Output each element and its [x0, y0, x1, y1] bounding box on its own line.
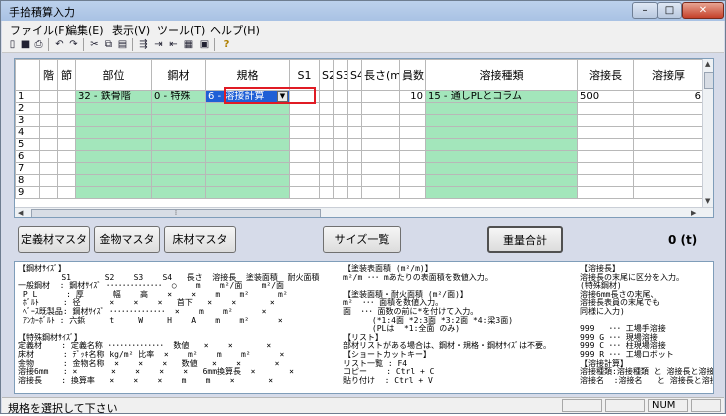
- help-icon[interactable]: ?: [220, 38, 233, 51]
- toolbar-separator: [214, 38, 215, 51]
- toolbar-separator: [132, 38, 133, 51]
- col-header-rownum: [15, 59, 40, 91]
- close-button[interactable]: ✕: [682, 2, 724, 19]
- title-bar[interactable]: 手拾積算入力 – □ ✕: [1, 1, 725, 21]
- size-list-button[interactable]: サイズ一覧: [323, 226, 401, 253]
- col-header-weld-length[interactable]: 溶接長: [577, 59, 634, 91]
- col-header-s2[interactable]: S2: [319, 59, 334, 91]
- horizontal-scrollbar[interactable]: ◀ ⁞ ▶: [15, 207, 713, 217]
- print-icon[interactable]: ⎙: [32, 38, 45, 51]
- cell-kozai[interactable]: 0 - 特殊: [151, 90, 206, 103]
- new-file-icon[interactable]: ▯: [6, 38, 19, 51]
- delete-row-icon[interactable]: ⇤: [167, 38, 180, 51]
- undo-icon[interactable]: ↶: [53, 38, 66, 51]
- col-header-length[interactable]: 長さ(mm: [361, 59, 400, 91]
- append-row-icon[interactable]: ⇥: [152, 38, 165, 51]
- redo-icon[interactable]: ↷: [67, 38, 80, 51]
- cell-weld-thickness[interactable]: 6: [633, 90, 704, 103]
- table-row: 5: [15, 138, 704, 151]
- table-row: 4: [15, 126, 704, 139]
- data-grid[interactable]: 階 節 部位 鋼材 規格 S1 S2 S3 S4 長さ(mm 員数 溶接種類 溶…: [14, 58, 714, 218]
- cell-s3[interactable]: [333, 90, 348, 103]
- scroll-left-icon[interactable]: ◀: [18, 209, 23, 217]
- weight-total-button[interactable]: 重量合計: [487, 226, 563, 253]
- row-number[interactable]: 8: [15, 174, 40, 187]
- weight-total-value: 0 (t): [668, 233, 698, 247]
- status-cell-1: [562, 399, 602, 412]
- vertical-scrollbar[interactable]: ▲ ▼: [702, 59, 713, 207]
- col-header-weld-thickness[interactable]: 溶接厚: [633, 59, 704, 91]
- cell-weld-type[interactable]: 15 - 通しPLとコラム: [425, 90, 578, 103]
- cell-setsu[interactable]: [57, 90, 76, 103]
- row-number[interactable]: 4: [15, 126, 40, 139]
- col-header-bui[interactable]: 部位: [75, 59, 152, 91]
- main-window: 手拾積算入力 – □ ✕ ファイル(F) 編集(E) 表示(V) ツール(T) …: [0, 0, 726, 415]
- row-number[interactable]: 3: [15, 114, 40, 127]
- table-row: 3: [15, 114, 704, 127]
- grid-table: 階 節 部位 鋼材 規格 S1 S2 S3 S4 長さ(mm 員数 溶接種類 溶…: [15, 59, 704, 199]
- copy-icon[interactable]: ⧉: [102, 38, 115, 51]
- row-number[interactable]: 2: [15, 102, 40, 115]
- col-header-kikaku[interactable]: 規格: [205, 59, 290, 91]
- row-number[interactable]: 5: [15, 138, 40, 151]
- table-icon[interactable]: ▦: [182, 38, 195, 51]
- scroll-right-icon[interactable]: ▶: [691, 209, 696, 217]
- cell-s4[interactable]: [347, 90, 362, 103]
- horizontal-scroll-thumb[interactable]: ⁞: [31, 209, 321, 217]
- scroll-down-icon[interactable]: ▼: [705, 197, 710, 205]
- table-row: 1 32 - 鉄骨階 0 - 特殊 6 - 溶接計算 ▼ 10 15 - 通しPL…: [15, 90, 704, 103]
- cell-weld-length[interactable]: 500: [577, 90, 634, 103]
- calculator-icon[interactable]: ▣: [198, 38, 211, 51]
- col-header-setsu[interactable]: 節: [57, 59, 76, 91]
- table-row: 6: [15, 150, 704, 163]
- col-header-s1[interactable]: S1: [289, 59, 320, 91]
- cell-kai[interactable]: [39, 90, 58, 103]
- col-header-kai[interactable]: 階: [39, 59, 58, 91]
- row-number[interactable]: 7: [15, 162, 40, 175]
- status-cell-2: [605, 399, 645, 412]
- hardware-master-button[interactable]: 金物マスタ: [94, 226, 160, 253]
- help-steel-sizes: 【鋼材ｻｲｽﾞ】 S1 S2 S3 S4 長さ 溶接長 塗装面積 耐火面積 一般…: [18, 264, 320, 385]
- highlight-box: [224, 87, 316, 104]
- window-title: 手拾積算入力: [9, 6, 75, 19]
- num-lock-indicator: NUM: [648, 399, 688, 412]
- col-header-weld-type[interactable]: 溶接種類: [425, 59, 578, 91]
- minimize-button[interactable]: –: [632, 2, 658, 19]
- col-header-s4[interactable]: S4: [347, 59, 362, 91]
- save-icon[interactable]: ■: [19, 38, 32, 51]
- row-number[interactable]: 1: [15, 90, 40, 103]
- help-panel: 【鋼材ｻｲｽﾞ】 S1 S2 S3 S4 長さ 溶接長 塗装面積 耐火面積 一般…: [14, 261, 714, 394]
- toolbar-separator: [48, 38, 49, 51]
- vertical-scroll-thumb[interactable]: [704, 72, 713, 89]
- cell-length[interactable]: [361, 90, 400, 103]
- cell-s2[interactable]: [319, 90, 334, 103]
- floor-master-button[interactable]: 床材マスタ: [164, 226, 236, 253]
- table-row: 9: [15, 186, 704, 199]
- cell-count[interactable]: 10: [399, 90, 426, 103]
- toolbar-separator: [83, 38, 84, 51]
- row-number[interactable]: 9: [15, 186, 40, 199]
- maximize-button[interactable]: □: [657, 2, 682, 19]
- grid-header-row: 階 節 部位 鋼材 規格 S1 S2 S3 S4 長さ(mm 員数 溶接種類 溶…: [15, 59, 704, 91]
- scroll-up-icon[interactable]: ▲: [705, 60, 710, 68]
- menu-bar: ファイル(F) 編集(E) 表示(V) ツール(T) ヘルプ(H): [2, 21, 724, 37]
- def-master-button[interactable]: 定義材マスタ: [18, 226, 90, 253]
- cell-bui[interactable]: 32 - 鉄骨階: [75, 90, 152, 103]
- table-row: 7: [15, 162, 704, 175]
- table-row: 8: [15, 174, 704, 187]
- insert-row-icon[interactable]: ⇶: [137, 38, 150, 51]
- cut-icon[interactable]: ✂: [88, 38, 101, 51]
- status-bar: 規格を選択して下さい NUM: [2, 397, 724, 415]
- col-header-s3[interactable]: S3: [333, 59, 348, 91]
- table-row: 2: [15, 102, 704, 115]
- help-weld-length: 【溶接長】 溶接長の末尾に区分を入力。 (特殊鋼材) 溶接6mm長さの末尾、 溶…: [580, 264, 714, 385]
- row-number[interactable]: 6: [15, 150, 40, 163]
- paste-icon[interactable]: ▤: [116, 38, 129, 51]
- toolbar: ▯ ■ ⎙ ↶ ↷ ✂ ⧉ ▤ ⇶ ⇥ ⇤ ▦ ▣ ?: [2, 36, 724, 53]
- col-header-count[interactable]: 員数: [399, 59, 426, 91]
- col-header-kozai[interactable]: 鋼材: [151, 59, 206, 91]
- status-cell-4: [691, 399, 721, 412]
- help-paint-area: 【塗装表面積 (m²/m)】 m²/m ･･･ mあたりの表面積を数値入力。 【…: [343, 264, 551, 385]
